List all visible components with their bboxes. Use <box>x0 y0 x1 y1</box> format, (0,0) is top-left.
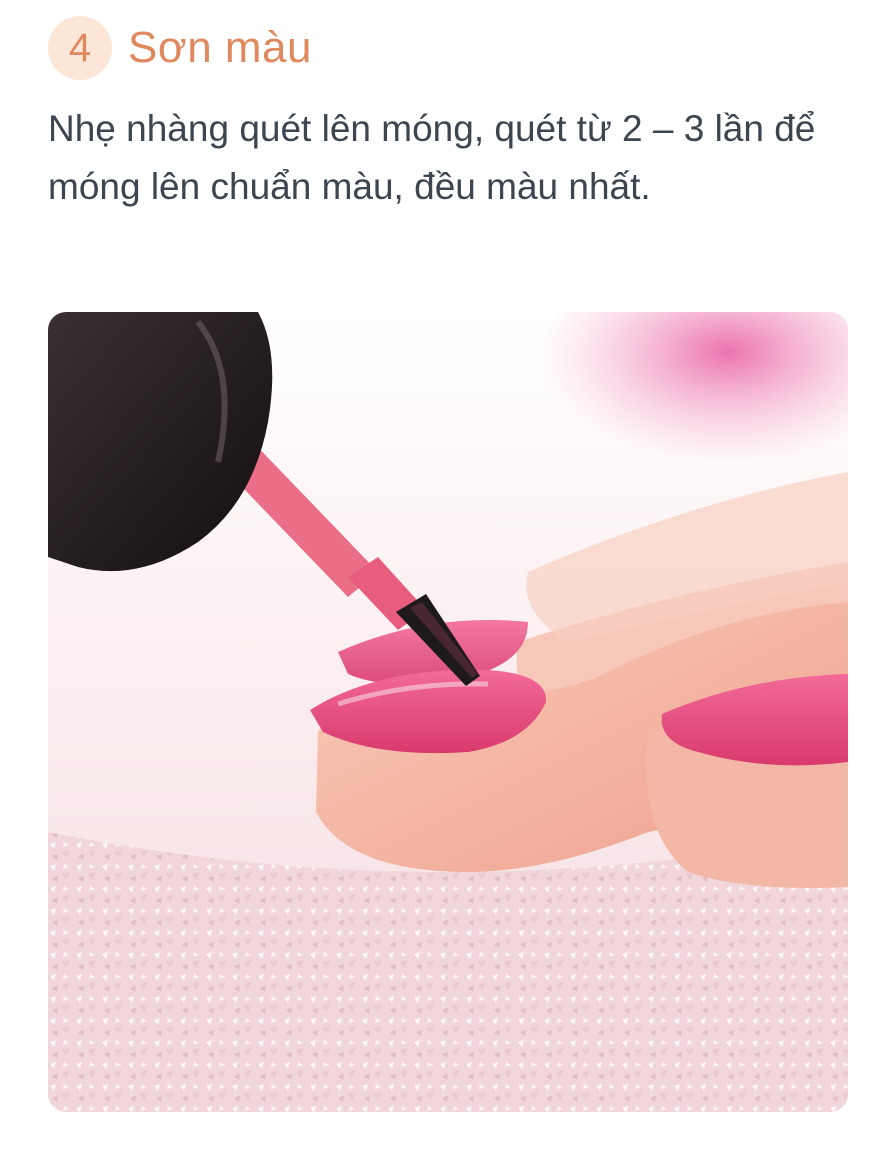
nail-polish-photo <box>48 312 848 1112</box>
step-card: 4 Sơn màu Nhẹ nhàng quét lên móng, quét … <box>0 0 896 1160</box>
step-title: Sơn màu <box>128 23 312 72</box>
step-header: 4 Sơn màu <box>48 16 312 80</box>
nail-polish-illustration <box>48 312 848 1112</box>
step-number-badge: 4 <box>48 16 112 80</box>
step-description: Nhẹ nhàng quét lên móng, quét từ 2 – 3 l… <box>48 108 816 207</box>
